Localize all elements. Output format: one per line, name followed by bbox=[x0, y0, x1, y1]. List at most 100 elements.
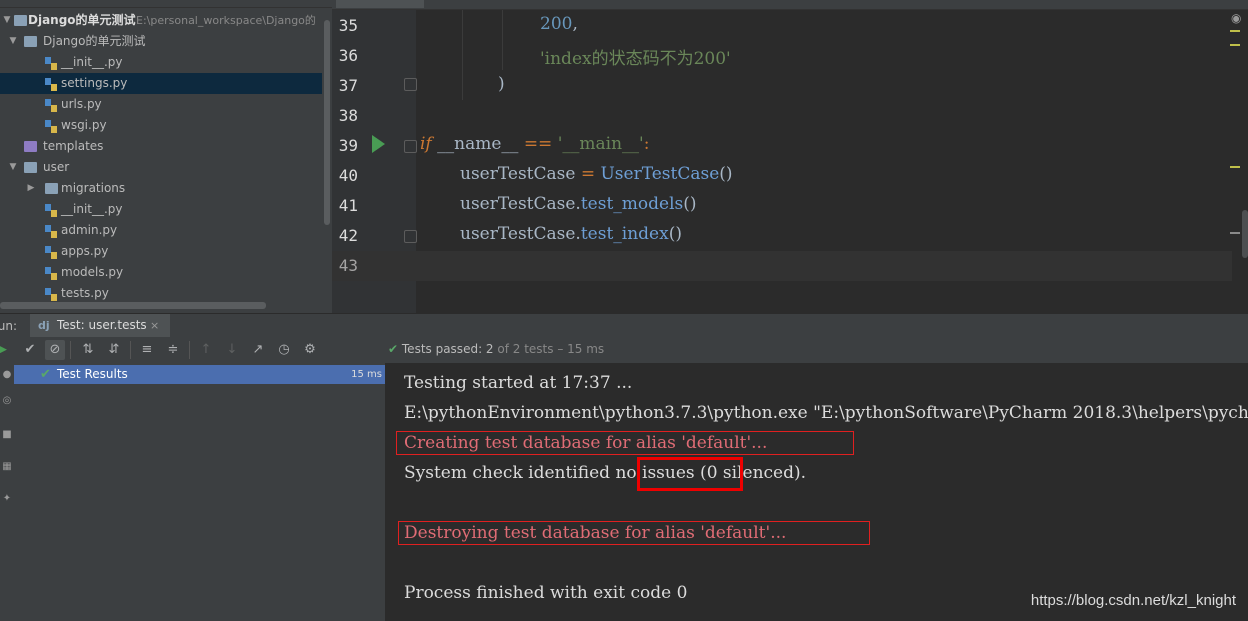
pin-icon[interactable]: ✦ bbox=[0, 493, 14, 504]
folder-icon bbox=[24, 36, 37, 47]
fold-icon[interactable] bbox=[404, 140, 417, 153]
tree-item-wsgi[interactable]: wsgi.py bbox=[0, 115, 322, 136]
identifier: __name__ bbox=[431, 134, 524, 154]
tree-item-label: admin.py bbox=[61, 223, 118, 237]
test-results-label: Test Results bbox=[57, 367, 128, 381]
previous-failed-icon[interactable]: ↑ bbox=[196, 340, 216, 360]
fold-icon[interactable] bbox=[404, 230, 417, 243]
tree-item-tests[interactable]: tests.py bbox=[0, 283, 322, 304]
tree-item-migrations[interactable]: ▶ migrations bbox=[0, 178, 322, 199]
chevron-down-icon[interactable]: ▼ bbox=[8, 157, 18, 178]
folder-icon bbox=[14, 15, 27, 26]
tree-item-settings[interactable]: settings.py bbox=[0, 73, 322, 94]
sort-duration-icon[interactable]: ⇵ bbox=[104, 340, 124, 360]
python-file-icon bbox=[45, 56, 57, 70]
console-text: System check identified bbox=[404, 463, 616, 483]
method-name: test_models bbox=[580, 194, 684, 214]
code-line-40: userTestCase = UserTestCase() bbox=[460, 164, 733, 184]
test-results-tree: ✔ Test Results 15 ms bbox=[14, 363, 386, 621]
method-name: test_index bbox=[580, 224, 669, 244]
tab-settings-py[interactable] bbox=[428, 0, 524, 8]
tree-item-label: Django的单元测试 bbox=[43, 34, 146, 48]
string-literal: '__main__' bbox=[552, 134, 644, 154]
tree-item-label: wsgi.py bbox=[61, 118, 107, 132]
identifier: userTestCase bbox=[460, 164, 581, 184]
editor-scrollbar[interactable] bbox=[1232, 10, 1248, 313]
show-ignored-icon[interactable]: ⊘ bbox=[45, 340, 65, 360]
line-number: 40 bbox=[338, 166, 358, 185]
code-line-37: ) bbox=[498, 74, 505, 94]
class-name: UserTestCase bbox=[595, 164, 720, 184]
run-icon[interactable] bbox=[372, 135, 385, 153]
tree-item-apps[interactable]: apps.py bbox=[0, 241, 322, 262]
keyword: if bbox=[420, 134, 432, 154]
punct: () bbox=[719, 164, 733, 184]
marker[interactable] bbox=[1230, 232, 1240, 234]
tree-item-templates[interactable]: templates bbox=[0, 136, 322, 157]
check-icon: ✔ bbox=[388, 342, 399, 356]
chevron-down-icon[interactable]: ▼ bbox=[8, 31, 18, 52]
camera-icon[interactable]: ◎ bbox=[0, 395, 14, 406]
watermark: https://blog.csdn.net/kzl_knight bbox=[1030, 592, 1236, 609]
test-results-row[interactable]: ✔ Test Results 15 ms bbox=[14, 365, 385, 384]
string-literal: 'index的状态码不为200' bbox=[540, 49, 731, 69]
chevron-down-icon[interactable]: ▼ bbox=[2, 10, 12, 31]
fold-icon[interactable] bbox=[404, 78, 417, 91]
line-number: 37 bbox=[338, 76, 358, 95]
operator: = bbox=[580, 164, 596, 184]
indent-guide bbox=[462, 10, 463, 100]
console-line: Process finished with exit code 0 bbox=[404, 583, 688, 603]
show-passed-icon[interactable]: ✔ bbox=[20, 340, 40, 360]
warning-marker[interactable] bbox=[1230, 166, 1240, 168]
gear-icon[interactable]: ⚙ bbox=[300, 340, 320, 360]
tree-item-admin[interactable]: admin.py bbox=[0, 220, 322, 241]
rerun-icon[interactable]: ▶ bbox=[0, 340, 12, 360]
tree-item-label: models.py bbox=[61, 265, 124, 279]
project-tree-panel: ▼ Django的单元测试 E:\personal_workspace\Djan… bbox=[0, 0, 332, 313]
tree-item-models[interactable]: models.py bbox=[0, 262, 322, 283]
export-icon[interactable]: ↗ bbox=[248, 340, 268, 360]
warning-marker[interactable] bbox=[1230, 30, 1240, 32]
console-line: Testing started at 17:37 ... bbox=[404, 373, 633, 393]
collapse-all-icon[interactable]: ≑ bbox=[163, 340, 183, 360]
status-count: 2 bbox=[485, 342, 494, 356]
history-icon[interactable]: ◷ bbox=[274, 340, 294, 360]
editor-scrollbar-thumb[interactable] bbox=[1242, 210, 1248, 258]
tree-item-root[interactable]: ▼ Django的单元测试 E:\personal_workspace\Djan… bbox=[0, 10, 322, 31]
python-file-icon bbox=[45, 287, 57, 301]
stop-icon[interactable]: ● bbox=[0, 369, 14, 380]
pause-icon[interactable]: ■ bbox=[0, 429, 14, 440]
run-label: Run: bbox=[0, 319, 18, 333]
python-file-icon bbox=[45, 203, 57, 217]
tree-scrollbar-thumb[interactable] bbox=[324, 20, 330, 225]
eye-icon[interactable]: ◉ bbox=[1231, 11, 1241, 25]
warning-marker[interactable] bbox=[1230, 44, 1240, 46]
tree-horizontal-scrollbar[interactable] bbox=[0, 302, 266, 309]
code-line-35: 200, bbox=[540, 14, 578, 34]
tree-item-django-package[interactable]: ▼ Django的单元测试 bbox=[0, 31, 322, 52]
test-results-duration: 15 ms bbox=[351, 369, 382, 380]
expand-all-icon[interactable]: ≡ bbox=[137, 340, 157, 360]
tree-item-urls[interactable]: urls.py bbox=[0, 94, 322, 115]
console-output[interactable]: Testing started at 17:37 ... E:\pythonEn… bbox=[386, 363, 1248, 621]
run-side-toolbar: ● ◎ ■ ▦ ✦ bbox=[0, 363, 15, 621]
root-project-name: Django的单元测试 bbox=[28, 13, 136, 27]
highlight-box bbox=[637, 457, 743, 491]
python-file-icon bbox=[45, 245, 57, 259]
code-editor[interactable]: 35 36 37 38 39 40 41 42 43 200, 'index的状… bbox=[332, 0, 1248, 313]
tree-item-user-init[interactable]: __init__.py bbox=[0, 199, 322, 220]
tree-item-user[interactable]: ▼ user bbox=[0, 157, 322, 178]
tree-item-label: apps.py bbox=[61, 244, 109, 258]
line-number: 36 bbox=[338, 46, 358, 65]
identifier: userTestCase. bbox=[460, 194, 581, 214]
tree-item-label: __init__.py bbox=[61, 202, 123, 216]
sort-alpha-icon[interactable]: ⇅ bbox=[78, 340, 98, 360]
close-icon[interactable]: × bbox=[150, 319, 159, 332]
chevron-right-icon[interactable]: ▶ bbox=[26, 178, 36, 199]
console-line: E:\pythonEnvironment\python3.7.3\python.… bbox=[404, 403, 1248, 423]
tab-tests-py[interactable] bbox=[336, 0, 424, 8]
layout-icon[interactable]: ▦ bbox=[0, 461, 14, 472]
tree-item-init[interactable]: __init__.py bbox=[0, 52, 322, 73]
run-tab-label: Test: user.tests bbox=[57, 318, 147, 332]
next-failed-icon[interactable]: ↓ bbox=[222, 340, 242, 360]
